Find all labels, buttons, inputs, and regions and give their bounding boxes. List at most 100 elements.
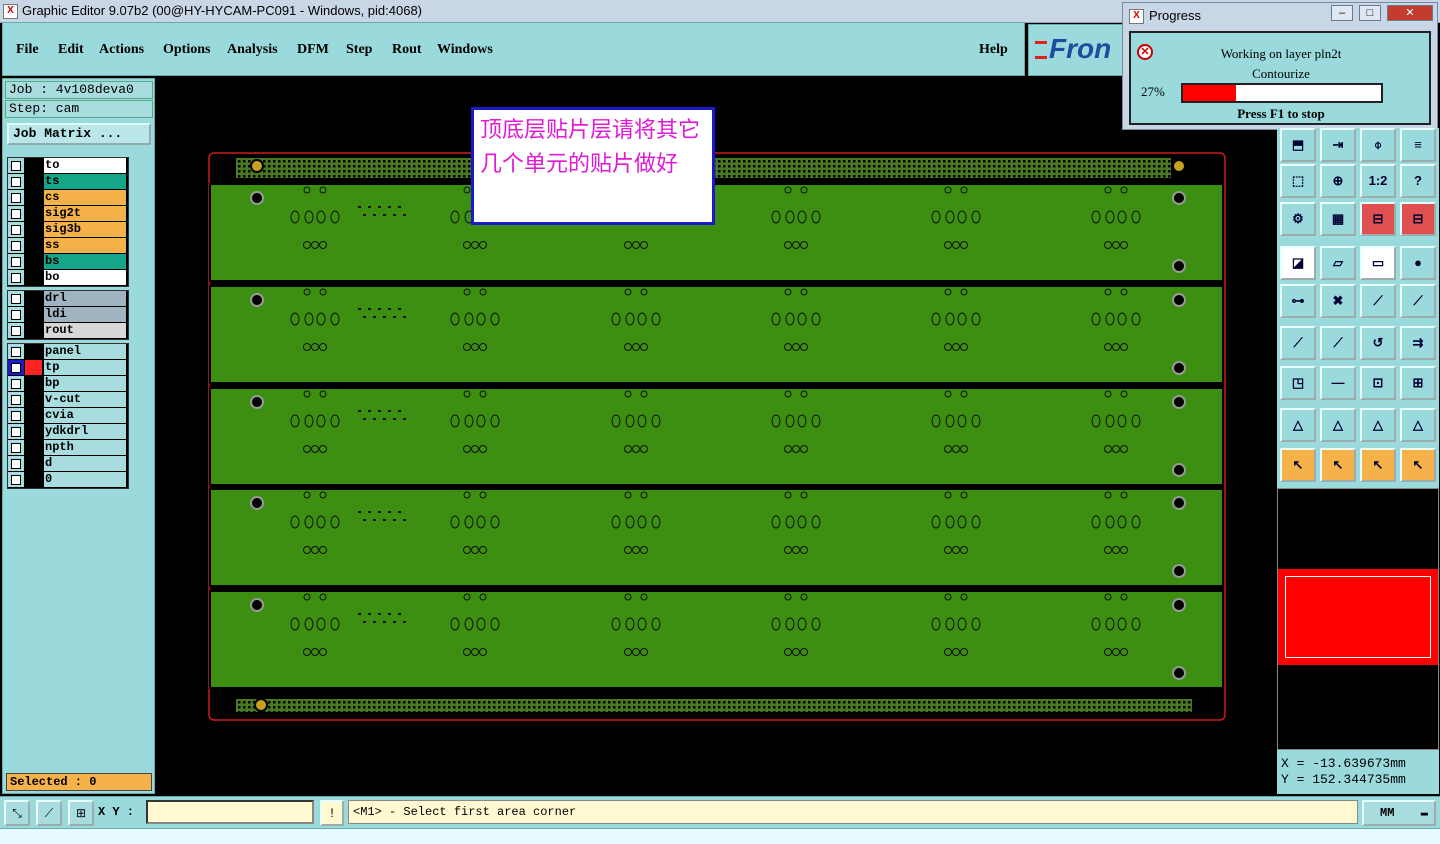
unit-selector[interactable]: MM ▬ [1362,800,1436,826]
layer-color-swatch[interactable] [25,392,42,407]
zoom-ratio-button[interactable]: 1:2 [1360,164,1396,198]
menu-edit[interactable]: Edit [58,42,84,58]
tool-0-3-icon[interactable]: ≡ [1400,128,1436,162]
layer-checkbox-area[interactable] [8,392,24,407]
layer-name[interactable]: npth [44,440,126,455]
layer-color-swatch[interactable] [25,174,42,189]
layer-color-swatch[interactable] [25,270,42,285]
tool-5-3-icon[interactable]: ⇉ [1400,326,1436,360]
tool-4-2-icon[interactable]: ⟋ [1360,284,1396,318]
tool-3-0-icon[interactable]: ◪ [1280,246,1316,280]
layer-checkbox[interactable] [11,475,21,485]
tool-7-1-icon[interactable]: △ [1320,408,1356,442]
xy-input[interactable] [146,800,314,824]
layer-checkbox[interactable] [11,177,21,187]
tool-7-3-icon[interactable]: △ [1400,408,1436,442]
layer-checkbox-area[interactable] [8,190,24,205]
layer-row-rout[interactable]: rout [8,323,128,339]
layer-checkbox[interactable] [11,225,21,235]
layer-color-swatch[interactable] [25,376,42,391]
layer-name[interactable]: d [44,456,126,471]
layer-checkbox[interactable] [11,273,21,283]
layer-checkbox[interactable] [11,459,21,469]
layer-color-swatch[interactable] [25,206,42,221]
layer-color-swatch[interactable] [25,472,42,487]
layer-color-swatch[interactable] [25,408,42,423]
layer-checkbox-area[interactable] [8,238,24,253]
layer-checkbox-area[interactable] [8,254,24,269]
tool-4-1-icon[interactable]: ✖ [1320,284,1356,318]
layer-name[interactable]: sig3b [44,222,126,237]
tool-8-3-icon[interactable]: ↖ [1400,448,1436,482]
layer-checkbox[interactable] [11,161,21,171]
help-button[interactable]: ? [1400,164,1436,198]
layer-checkbox-area[interactable] [8,222,24,237]
layer-checkbox-area[interactable] [8,344,24,359]
layer-name[interactable]: sig2t [44,206,126,221]
layer-checkbox-area[interactable] [8,323,24,338]
layer-checkbox-area[interactable] [8,472,24,487]
layer-checkbox-area[interactable] [8,291,24,306]
menu-options[interactable]: Options [163,42,210,58]
layer-name[interactable]: ts [44,174,126,189]
layer-name[interactable]: bp [44,376,126,391]
layer-color-swatch[interactable] [25,440,42,455]
layer-name[interactable]: panel [44,344,126,359]
tool-3-3-icon[interactable]: ● [1400,246,1436,280]
layer-name[interactable]: bs [44,254,126,269]
layer-checkbox[interactable] [11,347,21,357]
tool-5-0-icon[interactable]: ⟋ [1280,326,1316,360]
layer-color-swatch[interactable] [25,222,42,237]
tool-5-1-icon[interactable]: ⟋ [1320,326,1356,360]
tool-6-3-icon[interactable]: ⊞ [1400,366,1436,400]
tool-7-0-icon[interactable]: △ [1280,408,1316,442]
layer-checkbox[interactable] [11,379,21,389]
menu-actions[interactable]: Actions [99,42,144,58]
layer-row-v-cut[interactable]: v-cut [8,392,128,408]
layer-checkbox[interactable] [11,411,21,421]
layer-checkbox[interactable] [11,294,21,304]
layer-row-ts[interactable]: ts [8,174,128,190]
tool-0-0-icon[interactable]: ⬒ [1280,128,1316,162]
layer-name[interactable]: rout [44,323,126,338]
layer-row-npth[interactable]: npth [8,440,128,456]
close-button[interactable]: ✕ [1387,5,1433,21]
tool-2-0-icon[interactable]: ⚙ [1280,202,1316,236]
layer-name[interactable]: cs [44,190,126,205]
layer-row-cvia[interactable]: cvia [8,408,128,424]
layer-checkbox[interactable] [11,395,21,405]
layer-name[interactable]: cvia [44,408,126,423]
layer-checkbox-area[interactable] [8,270,24,285]
layer-row-d[interactable]: d [8,456,128,472]
tool-4-3-icon[interactable]: ⟋ [1400,284,1436,318]
layer-row-drl[interactable]: drl [8,291,128,307]
alert-icon[interactable]: ! [320,800,344,826]
tool-1-0-icon[interactable]: ⬚ [1280,164,1316,198]
layer-row-cs[interactable]: cs [8,190,128,206]
minimize-button[interactable]: – [1331,5,1353,21]
tool-4-0-icon[interactable]: ⊶ [1280,284,1316,318]
layer-color-swatch[interactable] [25,344,42,359]
layer-checkbox-area[interactable] [8,206,24,221]
layer-row-sig2t[interactable]: sig2t [8,206,128,222]
tool-0-2-icon[interactable]: ⌽ [1360,128,1396,162]
menu-rout[interactable]: Rout [392,42,422,58]
layer-checkbox-area[interactable] [8,408,24,423]
overview-minimap[interactable] [1277,488,1439,750]
layer-checkbox[interactable] [11,427,21,437]
menu-dfm[interactable]: DFM [297,42,329,58]
layer-color-swatch[interactable] [25,323,42,338]
layer-row-panel[interactable]: panel [8,344,128,360]
tool-3-1-icon[interactable]: ▱ [1320,246,1356,280]
layer-checkbox[interactable] [11,443,21,453]
job-matrix-button[interactable]: Job Matrix ... [7,123,151,145]
layer-checkbox-area[interactable] [8,456,24,471]
layer-name[interactable]: bo [44,270,126,285]
menu-step[interactable]: Step [346,42,372,58]
layer-color-swatch[interactable] [25,307,42,322]
layer-name[interactable]: v-cut [44,392,126,407]
layer-checkbox-area[interactable] [8,424,24,439]
layer-row-ydkdrl[interactable]: ydkdrl [8,424,128,440]
layer-color-swatch[interactable] [25,291,42,306]
layer-row-sig3b[interactable]: sig3b [8,222,128,238]
